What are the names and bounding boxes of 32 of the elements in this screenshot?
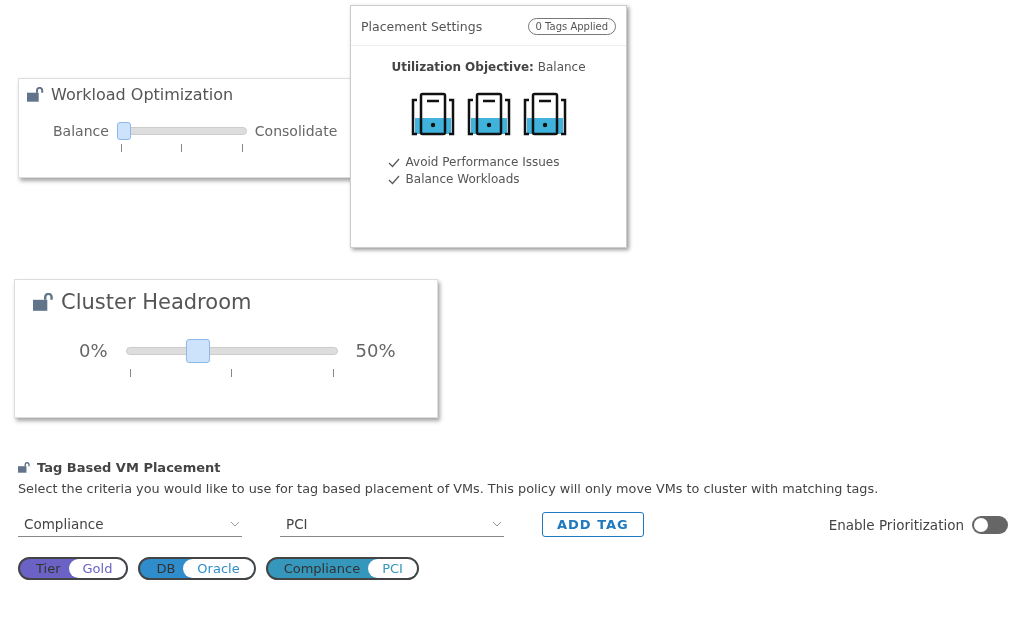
checkmark-icon: [387, 157, 400, 168]
slider-thumb[interactable]: [185, 339, 210, 363]
chevron-down-icon: [230, 520, 240, 527]
popover-title: Placement Settings: [361, 19, 483, 34]
slider-track[interactable]: [116, 122, 247, 140]
toggle-switch[interactable]: [972, 515, 1008, 534]
slider-max-label: Consolidate: [254, 122, 338, 140]
slider-min-label: 0%: [79, 340, 108, 362]
slider-min-label: Balance: [53, 122, 109, 140]
unlocked-padlock-icon: [18, 462, 31, 473]
slider-thumb[interactable]: [116, 122, 131, 140]
add-tag-button[interactable]: ADD TAG: [542, 512, 644, 537]
chevron-down-icon: [492, 520, 502, 527]
toggle-label: Enable Prioritization: [828, 516, 964, 533]
objective-value: Balance: [537, 60, 586, 74]
unlocked-padlock-icon: [33, 293, 55, 311]
unlocked-padlock-icon: [27, 87, 45, 102]
tag-pill[interactable]: Tier Gold: [18, 557, 129, 580]
section-title: Tag Based VM Placement: [37, 460, 221, 475]
objective-item: Balance Workloads: [405, 171, 520, 188]
card-title: Workload Optimization: [51, 85, 234, 104]
slider-track[interactable]: [125, 339, 338, 363]
tag-pill[interactable]: DB Oracle: [138, 557, 256, 580]
tag-pill[interactable]: Compliance PCI: [265, 557, 419, 580]
section-description: Select the criteria you would like to use for tag based placement of VMs. This policy will only move VMs to cluster with matching tags.: [18, 481, 880, 496]
value-select[interactable]: PCI: [280, 512, 504, 537]
card-title: Cluster Headroom: [61, 290, 252, 314]
slider-max-label: 50%: [355, 340, 396, 362]
checkmark-icon: [387, 174, 400, 185]
category-select[interactable]: Compliance: [18, 512, 242, 537]
objective-item: Avoid Performance Issues: [405, 154, 560, 171]
objective-label: Utilization Objective:: [391, 60, 534, 74]
